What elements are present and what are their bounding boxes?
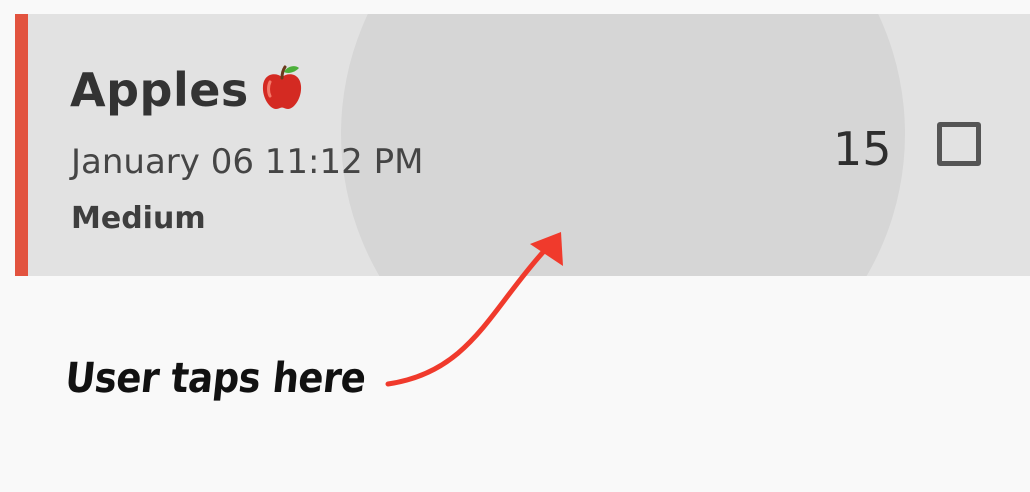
annotation-arrow-icon (385, 232, 563, 387)
annotation-text: User taps here (62, 354, 369, 403)
